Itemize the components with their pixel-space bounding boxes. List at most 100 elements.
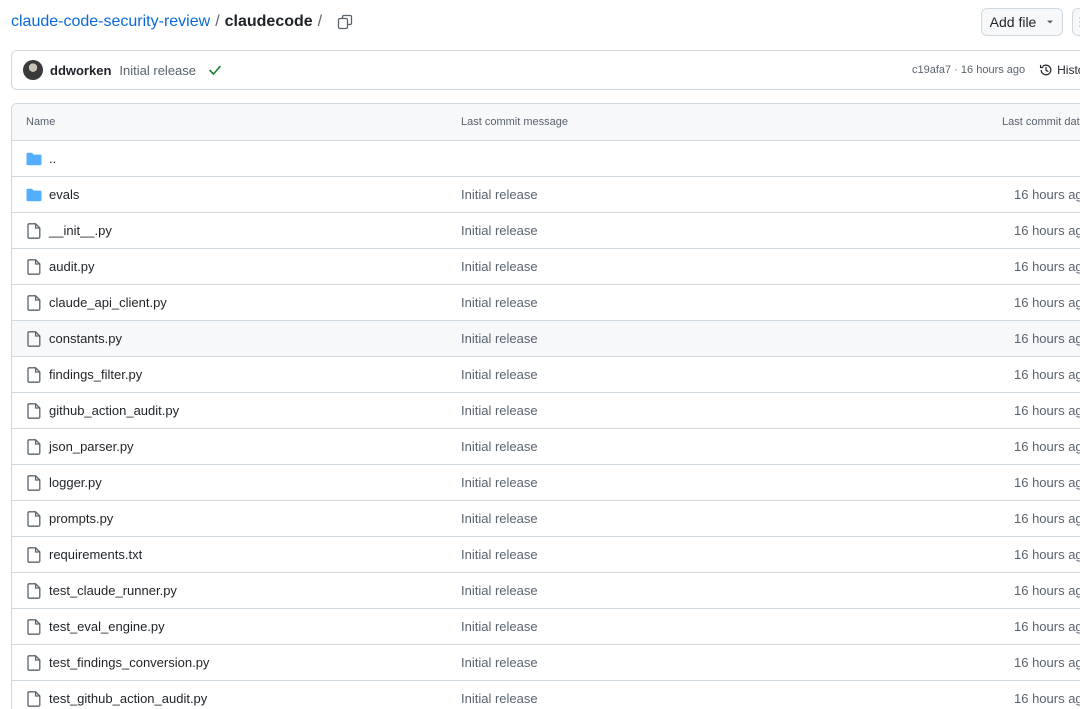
header-last-commit-date: Last commit date (1002, 116, 1080, 128)
author-avatar[interactable] (23, 60, 43, 80)
more-options-button[interactable] (1072, 8, 1080, 36)
file-icon (27, 403, 41, 419)
commit-message-link[interactable]: Initial release (461, 645, 538, 681)
commit-message-link[interactable]: Initial release (119, 63, 196, 78)
latest-commit-bar: ddworken Initial release c19afa7 · 16 ho… (11, 50, 1080, 90)
commit-message-link[interactable]: Initial release (461, 465, 538, 501)
commit-message-link[interactable]: Initial release (461, 177, 538, 213)
table-row[interactable]: github_action_audit.py Initial release 16 … (12, 393, 1080, 429)
file-name-link[interactable]: .. (49, 141, 56, 177)
file-name-link[interactable]: claude_api_client.py (49, 285, 167, 321)
commit-sha-and-time[interactable]: c19afa7 · 16 hours ago (912, 64, 1025, 76)
commit-message-link[interactable]: Initial release (461, 249, 538, 285)
table-row[interactable]: evals Initial release 16 hours ago (12, 177, 1080, 213)
file-icon (27, 583, 41, 599)
table-row[interactable]: claude_api_client.py Initial release 16 ho… (12, 285, 1080, 321)
file-icon (27, 259, 41, 275)
commit-message-link[interactable]: Initial release (461, 393, 538, 429)
header-name: Name (26, 116, 56, 128)
commit-message-link[interactable]: Initial release (461, 681, 538, 709)
commit-date: 16 hours ago (1014, 691, 1080, 706)
commit-message-link[interactable]: Initial release (461, 321, 538, 357)
row-icon (26, 403, 42, 419)
table-row[interactable]: prompts.py Initial release 16 hours ago (12, 501, 1080, 537)
row-icon (26, 511, 42, 527)
breadcrumb-separator: / (215, 13, 220, 30)
commit-message-link[interactable]: Initial release (461, 213, 538, 249)
file-icon (27, 619, 41, 635)
file-name-link[interactable]: test_eval_engine.py (49, 609, 165, 645)
file-name-link[interactable]: test_findings_conversion.py (49, 645, 209, 681)
file-name-link[interactable]: test_claude_runner.py (49, 573, 177, 609)
file-icon (27, 655, 41, 671)
file-icon (27, 547, 41, 563)
file-name-link[interactable]: prompts.py (49, 501, 113, 537)
row-icon (26, 691, 42, 707)
check-icon (209, 65, 221, 75)
history-icon (1040, 64, 1052, 76)
commit-date: 16 hours ago (1014, 619, 1080, 634)
table-row[interactable]: findings_filter.py Initial release 16 hour… (12, 357, 1080, 393)
commit-date: 16 hours ago (1014, 367, 1080, 382)
commit-message-link[interactable]: Initial release (461, 537, 538, 573)
commit-message-link[interactable]: Initial release (461, 573, 538, 609)
file-name-link[interactable]: findings_filter.py (49, 357, 142, 393)
table-row[interactable]: test_findings_conversion.py Initial relea… (12, 645, 1080, 681)
commit-date: 16 hours ago (1014, 187, 1080, 202)
commit-message-link[interactable]: Initial release (461, 285, 538, 321)
file-icon (27, 439, 41, 455)
commit-message-link[interactable]: Initial release (461, 609, 538, 645)
table-body: ..evals Initial release 16 hours ago __init… (12, 141, 1080, 709)
table-row[interactable]: .. (12, 141, 1080, 177)
file-name-link[interactable]: test_github_action_audit.py (49, 681, 207, 709)
row-icon (26, 655, 42, 671)
add-file-button[interactable]: Add file (981, 8, 1063, 36)
file-name-link[interactable]: requirements.txt (49, 537, 142, 573)
file-icon (27, 475, 41, 491)
commit-date: 16 hours ago (1014, 259, 1080, 274)
table-row[interactable]: test_eval_engine.py Initial release 16 hou… (12, 609, 1080, 645)
row-icon (26, 259, 42, 275)
commit-date: 16 hours ago (1014, 511, 1080, 526)
row-icon (26, 151, 42, 167)
table-row[interactable]: requirements.txt Initial release 16 hours … (12, 537, 1080, 573)
row-icon (26, 439, 42, 455)
commit-date: 16 hours ago (1014, 547, 1080, 562)
file-name-link[interactable]: github_action_audit.py (49, 393, 179, 429)
row-icon (26, 295, 42, 311)
table-row[interactable]: test_claude_runner.py Initial release 16 h… (12, 573, 1080, 609)
table-row[interactable]: json_parser.py Initial release 16 hours ag… (12, 429, 1080, 465)
row-icon (26, 367, 42, 383)
table-row[interactable]: audit.py Initial release 16 hours ago (12, 249, 1080, 285)
file-icon (27, 223, 41, 239)
history-button[interactable]: History (1039, 63, 1080, 77)
table-row[interactable]: __init__.py Initial release 16 hours ago (12, 213, 1080, 249)
file-icon (27, 367, 41, 383)
table-row[interactable]: test_github_action_audit.py Initial relea… (12, 681, 1080, 709)
table-row[interactable]: constants.py Initial release 16 hours ago (12, 321, 1080, 357)
commit-message-link[interactable]: Initial release (461, 501, 538, 537)
row-icon (26, 547, 42, 563)
file-name-link[interactable]: json_parser.py (49, 429, 134, 465)
commit-meta: c19afa7 · 16 hours ago History (912, 51, 1080, 89)
commit-date: 16 hours ago (1014, 295, 1080, 310)
commit-message-link[interactable]: Initial release (461, 429, 538, 465)
file-name-link[interactable]: evals (49, 177, 79, 213)
file-name-link[interactable]: audit.py (49, 249, 95, 285)
commit-date: 16 hours ago (1014, 403, 1080, 418)
commit-date: 16 hours ago (1014, 331, 1080, 346)
folder-icon (26, 188, 42, 202)
table-row[interactable]: logger.py Initial release 16 hours ago (12, 465, 1080, 501)
row-icon (26, 583, 42, 599)
file-name-link[interactable]: constants.py (49, 321, 122, 357)
file-name-link[interactable]: __init__.py (49, 213, 112, 249)
commit-author-link[interactable]: ddworken (50, 63, 111, 78)
history-label: History (1057, 63, 1080, 77)
commit-message-link[interactable]: Initial release (461, 357, 538, 393)
file-table: Name Last commit message Last commit dat… (11, 103, 1080, 709)
file-name-link[interactable]: logger.py (49, 465, 102, 501)
commit-date: 16 hours ago (1014, 475, 1080, 490)
check-status-button[interactable] (208, 63, 222, 77)
copy-path-button[interactable] (333, 10, 357, 34)
breadcrumb-repo-link[interactable]: claude-code-security-review (11, 13, 210, 31)
